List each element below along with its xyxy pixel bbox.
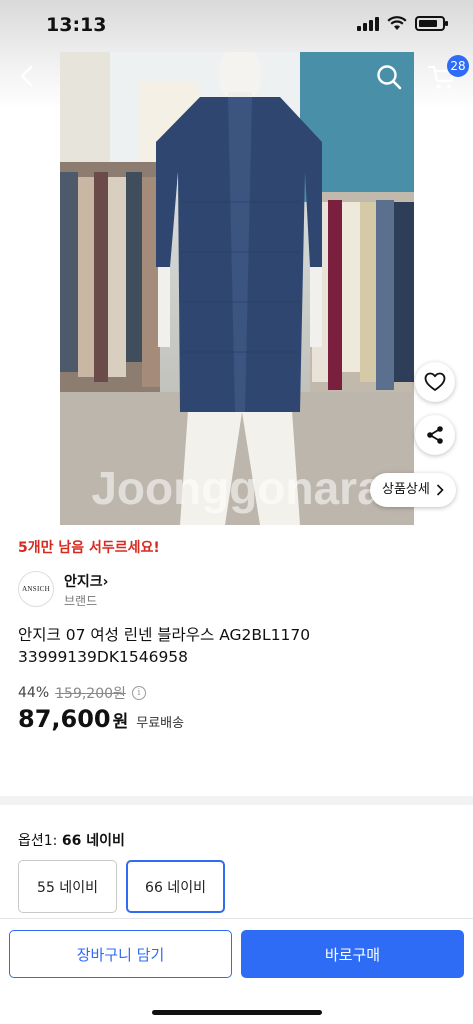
option-55-navy[interactable]: 55 네이비 <box>18 860 117 913</box>
brand-name: 안지크 <box>64 574 103 590</box>
product-photo[interactable]: Joonggonara <box>60 52 414 525</box>
watermark-text: Joonggonara <box>91 462 383 514</box>
option-66-navy[interactable]: 66 네이비 <box>126 860 225 913</box>
back-icon <box>20 65 33 87</box>
wifi-icon <box>387 16 407 30</box>
add-to-cart-button[interactable]: 장바구니 담기 <box>9 930 232 978</box>
option-label-prefix: 옵션1: <box>18 833 62 849</box>
stock-alert: 5개만 남음 서두르세요! <box>18 540 160 556</box>
product-detail-label: 상품상세 <box>382 482 430 497</box>
bottom-action-bar: 장바구니 담기 바로구매 <box>0 918 473 1024</box>
status-bar: 13:13 <box>0 0 473 52</box>
product-title: 안지크 07 여성 린넨 블라우스 AG2BL1170 33999139DK15… <box>18 626 311 666</box>
buy-now-button[interactable]: 바로구매 <box>241 930 464 978</box>
chevron-right-icon: › <box>102 574 109 590</box>
share-icon <box>427 426 443 444</box>
brand-link[interactable]: 안지크› <box>64 571 108 591</box>
home-indicator <box>152 1010 322 1015</box>
sale-price-row: 87,600 원 무료배송 <box>18 705 184 733</box>
share-button[interactable] <box>415 415 455 455</box>
signal-icon <box>357 16 379 31</box>
status-icons <box>357 16 448 31</box>
currency-label: 원 <box>112 712 129 732</box>
option-selected-value: 66 네이비 <box>61 833 125 849</box>
back-button[interactable] <box>14 62 42 90</box>
status-time: 13:13 <box>46 14 107 36</box>
chevron-right-icon <box>436 484 444 496</box>
brand-logo[interactable]: ANSICH <box>18 571 54 607</box>
search-button[interactable] <box>374 62 404 92</box>
original-price: 159,200원 <box>55 686 126 702</box>
search-icon <box>377 65 402 90</box>
sale-price: 87,600 <box>18 705 111 733</box>
price-discount-row: 44% 159,200원 i <box>18 683 146 703</box>
cart-count-badge: 28 <box>447 55 469 77</box>
discount-rate: 44% <box>18 685 50 701</box>
info-icon[interactable]: i <box>131 686 146 700</box>
section-divider <box>0 796 473 805</box>
shipping-label: 무료배송 <box>136 716 185 731</box>
option-label: 옵션1: 66 네이비 <box>18 830 125 850</box>
heart-icon <box>424 372 446 391</box>
battery-icon <box>415 16 448 31</box>
product-detail-button[interactable]: 상품상세 <box>370 473 456 507</box>
brand-logo-text: ANSICH <box>22 585 50 593</box>
brand-sub-label: 브랜드 <box>64 594 98 608</box>
like-button[interactable] <box>415 362 455 402</box>
